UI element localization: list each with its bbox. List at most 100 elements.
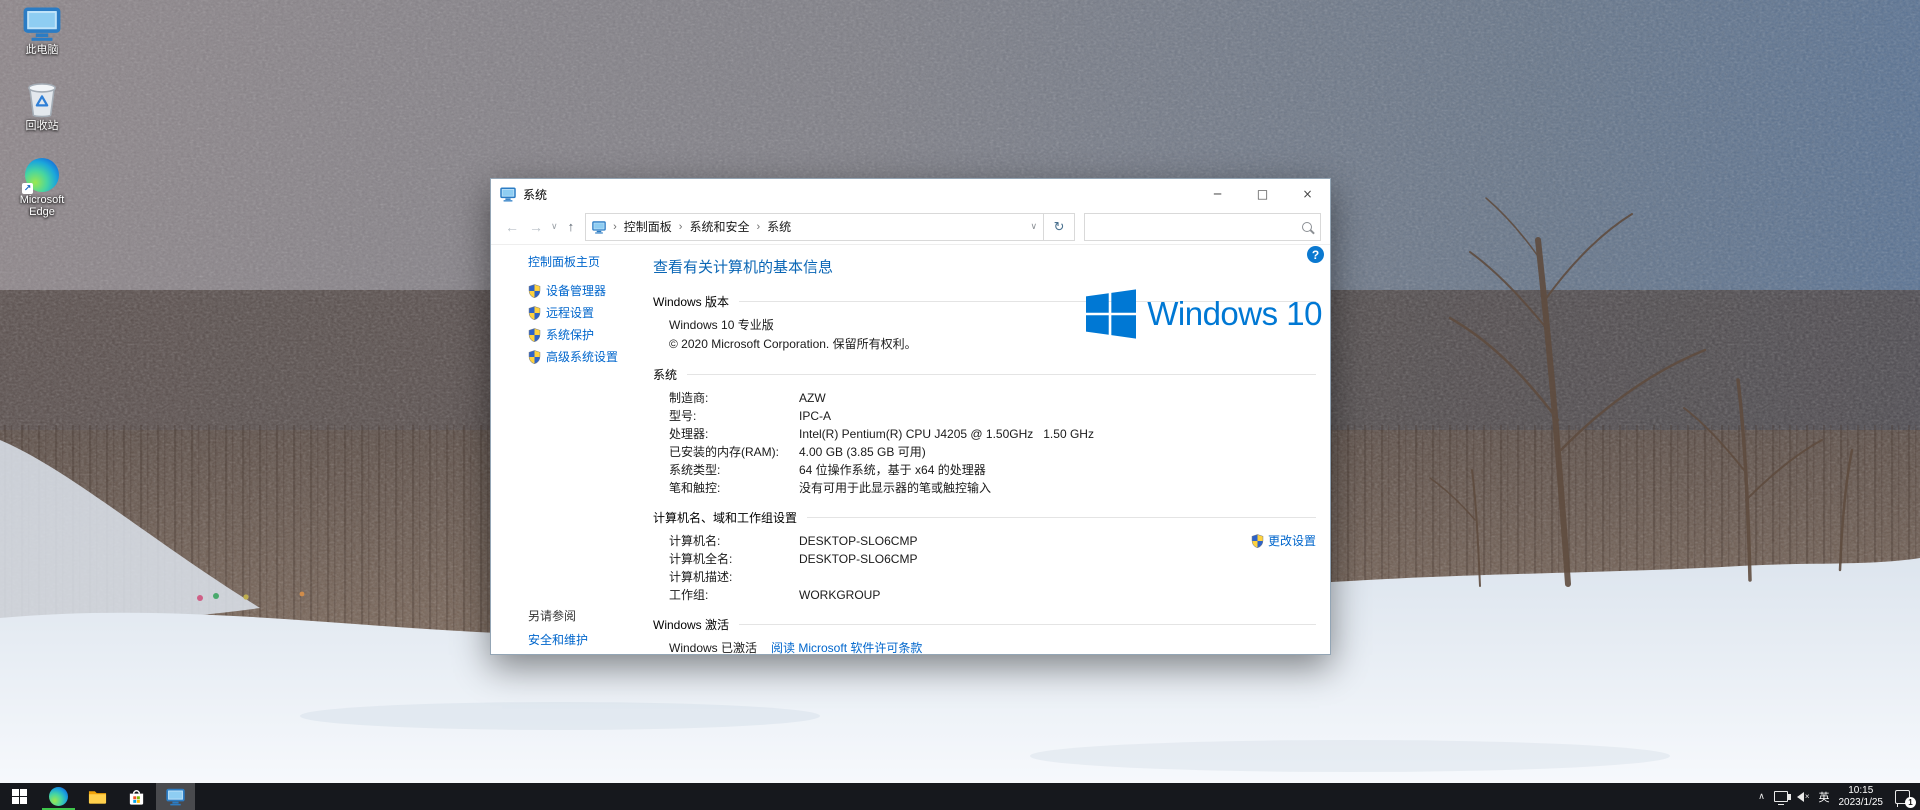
uac-shield-icon	[528, 306, 541, 320]
taskbar-item-system-window[interactable]	[156, 783, 195, 810]
uac-shield-icon	[528, 350, 541, 364]
taskbar-item-microsoft-edge[interactable]	[39, 783, 78, 810]
section-title: 计算机名、域和工作组设置	[653, 511, 798, 525]
network-icon[interactable]	[1773, 791, 1788, 805]
up-button[interactable]: ↑	[561, 219, 582, 234]
computer-name-table: 计算机名: DESKTOP-SLO6CMP 更改设置 计算机全名: DESKTO…	[653, 532, 1316, 604]
sidebar-item-system-protection[interactable]: 系统保护	[528, 328, 653, 342]
system-tray: ∧ × 英 10:15 2023/1/25 1	[1758, 783, 1920, 810]
row-label: 型号:	[669, 409, 697, 423]
taskbar-clock[interactable]: 10:15 2023/1/25	[1839, 785, 1884, 808]
system-window-icon	[166, 787, 185, 806]
breadcrumb-system-security[interactable]: 系统和安全	[689, 218, 749, 235]
row-label: 制造商:	[669, 391, 709, 405]
sidebar-item-security-maintenance[interactable]: 安全和维护	[528, 633, 588, 647]
crumb-separator: ›	[678, 220, 683, 233]
refresh-button[interactable]: ↻	[1044, 212, 1076, 241]
main-panel: ? 查看有关计算机的基本信息 Windows 版本 Windows 10 专业版…	[653, 245, 1330, 654]
minimize-button[interactable]: ─	[1195, 179, 1240, 209]
desktop-icon-label: 此电脑	[25, 44, 59, 56]
sidebar-item-device-manager[interactable]: 设备管理器	[528, 284, 653, 298]
section-header-computer-name: 计算机名、域和工作组设置	[653, 509, 1316, 526]
show-hidden-icons-chevron[interactable]: ∧	[1758, 791, 1765, 802]
section-rule	[739, 624, 1316, 625]
taskbar-item-file-explorer[interactable]	[78, 783, 117, 810]
windows-flag-icon	[1086, 289, 1136, 339]
table-row: 计算机名: DESKTOP-SLO6CMP 更改设置	[669, 532, 1316, 550]
window-title: 系统	[523, 187, 548, 202]
row-value: 4.00 GB (3.85 GB 可用)	[799, 445, 926, 459]
change-settings-link[interactable]: 更改设置	[1251, 532, 1316, 550]
uac-shield-icon	[1251, 534, 1264, 548]
row-label: 计算机名:	[669, 534, 721, 548]
search-box[interactable]	[1084, 212, 1321, 241]
row-label: 笔和触控:	[669, 481, 721, 495]
section-rule	[687, 374, 1316, 375]
microsoft-store-icon	[127, 787, 146, 806]
table-row: 笔和触控: 没有可用于此显示器的笔或触控输入	[669, 479, 1316, 497]
table-row: 已安装的内存(RAM): 4.00 GB (3.85 GB 可用)	[669, 443, 1316, 461]
table-row: 计算机描述:	[669, 568, 1316, 586]
notification-badge: 1	[1905, 796, 1916, 808]
address-location-icon	[592, 220, 606, 234]
link-label: 更改设置	[1267, 534, 1316, 548]
see-also-header: 另请参阅	[528, 609, 577, 623]
section-title: Windows 版本	[653, 295, 730, 309]
window-controls: ─ □ ×	[1195, 179, 1330, 209]
crumb-separator: ›	[613, 220, 617, 233]
forward-button[interactable]: →	[524, 219, 548, 235]
section-header-system: 系统	[653, 366, 1316, 383]
taskbar-apps	[0, 783, 195, 810]
address-dropdown-icon[interactable]: ∨	[1031, 221, 1038, 232]
section-rule	[807, 517, 1316, 518]
maximize-button[interactable]: □	[1240, 179, 1285, 209]
desktop-icon-list: 此电脑 回收站 ↗ Microsoft Edge	[6, 4, 78, 232]
close-button[interactable]: ×	[1285, 179, 1330, 209]
sidebar-item-label: 远程设置	[546, 306, 595, 320]
section-title: Windows 激活	[653, 618, 730, 632]
desktop-icon-label: Microsoft Edge	[19, 194, 65, 218]
sidebar-item-advanced-system-settings[interactable]: 高级系统设置	[528, 350, 653, 364]
row-label: 处理器:	[669, 427, 709, 441]
ime-language-indicator[interactable]: 英	[1819, 789, 1830, 805]
uac-shield-icon	[528, 328, 541, 342]
this-pc-icon	[23, 4, 61, 42]
search-input[interactable]	[1093, 218, 1302, 235]
recent-pages-dropdown-icon[interactable]: ∨	[548, 221, 561, 232]
sidebar: 控制面板主页 设备管理器 远程设置 系统保护 高级系统设置 另请参阅 安全和维护	[491, 245, 653, 654]
address-bar[interactable]: › 控制面板 › 系统和安全 › 系统 ∨	[585, 212, 1045, 241]
desktop-icon-microsoft-edge[interactable]: ↗ Microsoft Edge	[6, 156, 78, 232]
row-value: DESKTOP-SLO6CMP	[799, 534, 918, 548]
title-bar[interactable]: 系统 ─ □ ×	[491, 179, 1330, 209]
desktop-icon-label: 回收站	[25, 120, 59, 132]
breadcrumb-control-panel[interactable]: 控制面板	[624, 218, 672, 235]
row-label: 系统类型:	[669, 463, 721, 477]
activation-info: Windows 已激活 阅读 Microsoft 软件许可条款 产品 ID: 0…	[653, 639, 1316, 654]
taskbar-item-microsoft-store[interactable]	[117, 783, 156, 810]
back-button[interactable]: ←	[500, 219, 524, 235]
row-label: 计算机全名:	[669, 552, 733, 566]
action-center-icon[interactable]: 1	[1895, 789, 1916, 808]
desktop-icon-this-pc[interactable]: 此电脑	[6, 4, 78, 80]
row-label: 工作组:	[669, 588, 709, 602]
sidebar-item-remote-settings[interactable]: 远程设置	[528, 306, 653, 320]
volume-muted-icon[interactable]: ×	[1786, 791, 1810, 802]
table-row: 型号: IPC-A	[669, 407, 1316, 425]
taskbar: ∧ × 英 10:15 2023/1/25 1	[0, 783, 1920, 810]
row-value: DESKTOP-SLO6CMP	[799, 552, 918, 566]
breadcrumb-system[interactable]: 系统	[767, 218, 791, 235]
section-title: 系统	[653, 368, 678, 382]
start-button[interactable]	[0, 783, 39, 810]
table-row: 制造商: AZW	[669, 389, 1316, 407]
desktop-icon-recycle-bin[interactable]: 回收站	[6, 80, 78, 156]
license-terms-link[interactable]: 阅读 Microsoft 软件许可条款	[771, 639, 922, 654]
system-window-icon	[500, 186, 516, 202]
file-explorer-icon	[88, 787, 107, 806]
row-value: 没有可用于此显示器的笔或触控输入	[799, 481, 992, 495]
row-value: IPC-A	[799, 409, 832, 423]
table-row: 处理器: Intel(R) Pentium(R) CPU J4205 @ 1.5…	[669, 425, 1316, 443]
windows-logo-text: Windows 10	[1147, 295, 1322, 332]
help-icon[interactable]: ?	[1307, 246, 1324, 263]
sidebar-item-control-panel-home[interactable]: 控制面板主页	[528, 255, 653, 269]
system-info-table: 制造商: AZW 型号: IPC-A 处理器: Intel(R) Pentium…	[653, 389, 1316, 497]
